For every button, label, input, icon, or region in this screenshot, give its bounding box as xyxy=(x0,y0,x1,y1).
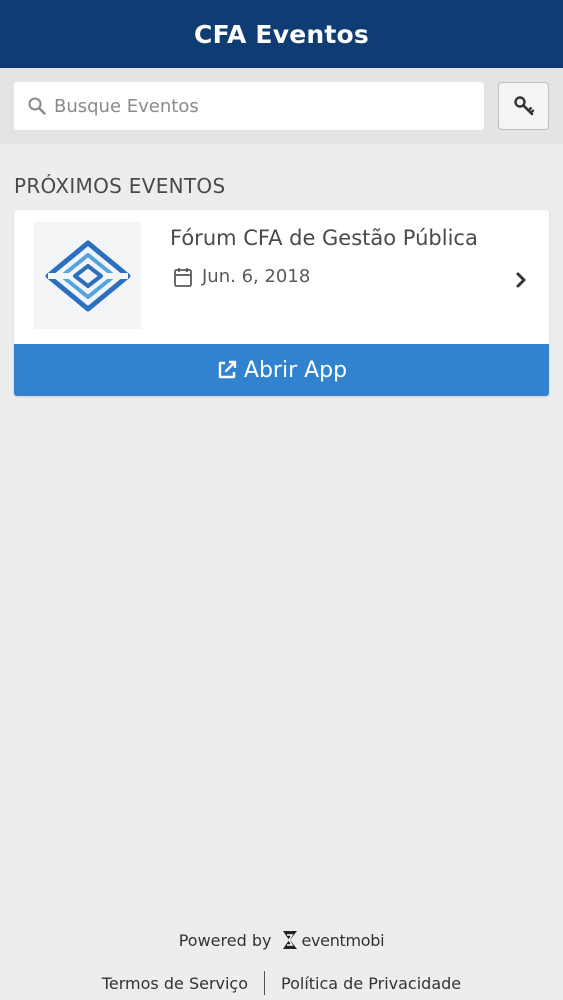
powered-by-text: Powered by xyxy=(178,930,272,950)
eventmobi-logo: eventmobi xyxy=(281,929,385,951)
eventmobi-brand: eventmobi xyxy=(301,930,385,950)
eventmobi-logo-icon xyxy=(283,931,298,949)
search-icon xyxy=(26,95,48,117)
key-icon xyxy=(513,95,535,117)
footer-links: Termos de Serviço Política de Privacidad… xyxy=(0,970,563,996)
privacy-link[interactable]: Política de Privacidade xyxy=(281,974,461,993)
terms-link[interactable]: Termos de Serviço xyxy=(102,974,248,993)
external-link-icon xyxy=(216,359,238,381)
powered-by: Powered by eventmobi xyxy=(0,926,563,954)
app-title: CFA Eventos xyxy=(194,19,369,49)
search-input[interactable] xyxy=(54,95,454,117)
search-box[interactable] xyxy=(14,82,484,130)
access-code-button[interactable] xyxy=(498,82,549,130)
event-date: Jun. 6, 2018 xyxy=(202,266,311,287)
open-app-button[interactable]: Abrir App xyxy=(14,344,549,396)
event-name: Fórum CFA de Gestão Pública xyxy=(170,226,478,250)
upcoming-events-heading: PRÓXIMOS EVENTOS xyxy=(14,174,226,198)
chevron-right-icon[interactable] xyxy=(513,268,529,292)
open-app-label: Abrir App xyxy=(243,357,348,383)
calendar-icon xyxy=(174,267,192,287)
footer-divider xyxy=(264,971,266,995)
event-card[interactable]: Fórum CFA de Gestão Pública Jun. 6, 2018… xyxy=(14,210,549,396)
search-bar xyxy=(0,68,563,144)
app-header: CFA Eventos xyxy=(0,0,563,68)
event-logo xyxy=(34,222,141,329)
event-date-row: Jun. 6, 2018 xyxy=(174,266,310,287)
cfa-logo-icon xyxy=(45,240,130,311)
